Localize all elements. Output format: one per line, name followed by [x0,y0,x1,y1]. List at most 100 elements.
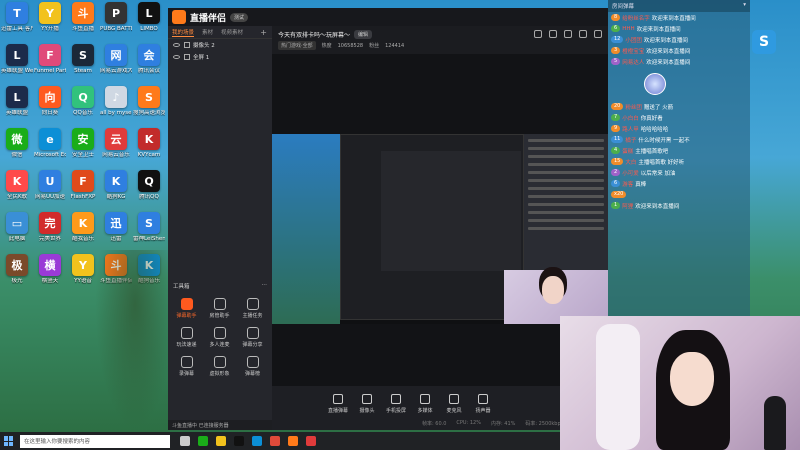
desktop-icon[interactable]: 极极光 [1,254,33,285]
more-icon[interactable]: ⋯ [262,282,268,290]
control-button[interactable]: 麦克风 [444,394,464,414]
desktop-icon[interactable]: 云网易云音乐 [100,128,132,159]
settings-icon[interactable] [549,30,557,38]
chat-username[interactable]: 橙橙宝宝 [622,47,644,55]
chat-username[interactable]: 小可爱 [622,169,639,177]
desktop-icon[interactable]: 横横竖天 [34,254,66,285]
qq-icon[interactable] [234,436,244,446]
netease-icon[interactable] [306,436,316,446]
douyu-icon[interactable] [288,436,298,446]
tool-item[interactable]: 房管助手 [203,298,236,319]
edit-title-button[interactable]: 编辑 [354,30,373,39]
control-label: 麦克风 [446,408,462,414]
chevron-down-icon[interactable]: ▾ [743,2,746,10]
chat-username[interactable]: 蛋糕 [622,147,633,155]
desktop-icon[interactable]: F Funmel Party [34,44,66,75]
desktop-icon[interactable]: K 全民K歌 [1,170,33,201]
desktop-icon[interactable]: e Microsoft Edge [34,128,66,159]
left-panel: 我的场景 素材 视频素材 + 摄像头 2 全屏 1 工具箱 ⋯ 弹幕助手 房管助手… [168,26,272,430]
edge-icon[interactable] [252,436,262,446]
tool-item[interactable]: 弹幕分享 [236,327,269,348]
control-button[interactable]: 多媒体 [415,394,435,414]
tool-item[interactable]: 主播任务 [236,298,269,319]
chrome-icon[interactable] [270,436,280,446]
desktop-icon[interactable]: ♪ all by myself [100,86,132,117]
chat-username[interactable]: 粉丝团 [625,103,642,111]
tool-item[interactable]: 录弹幕 [170,356,203,377]
taskbar-search[interactable]: 在这里输入你要搜索的内容 [20,434,170,448]
desktop-icon[interactable]: F FlashFXP [67,170,99,201]
desktop-icon[interactable]: K 酷我音乐 [67,212,99,243]
tab-materials[interactable]: 素材 [202,28,213,36]
status-bar: 斗鱼直播中 已连接服务器 [168,420,272,430]
app-icon: 斗 [72,2,94,24]
chat-username[interactable]: 路人甲 [622,125,639,133]
control-button[interactable]: 手机投屏 [386,394,406,414]
desktop-icon[interactable]: 向向日葵 [34,86,66,117]
desktop-icon[interactable]: Q QQ音乐 [67,86,99,117]
chat-username[interactable]: 小白白 [622,114,639,122]
chat-username[interactable]: 网易达人 [622,58,644,66]
gift-icon[interactable] [564,30,572,38]
desktop-icon[interactable]: Y YY开播 [34,2,66,33]
desktop-icon[interactable]: K KVYcam [133,128,165,159]
tool-item[interactable]: 弹幕榜 [236,356,269,377]
record-icon[interactable] [534,30,542,38]
start-button[interactable] [4,436,14,446]
desktop-icon[interactable]: 迅迅雷 [100,212,132,243]
chat-username[interactable]: 游客 [622,180,633,188]
desktop-icon[interactable]: K 酷狗KG [100,170,132,201]
wechat-icon[interactable] [198,436,208,446]
folder-icon[interactable] [216,436,226,446]
chat-username[interactable]: 给粉丝名字 [622,14,650,22]
desktop-icon[interactable]: 网网易云游戏大师 [100,44,132,75]
eye-icon[interactable] [173,55,180,59]
gift-banner [608,67,750,101]
desktop-icon[interactable]: ▭ 此电脑 [1,212,33,243]
chat-text: 你真好看 [640,115,663,122]
desktop-icon[interactable]: 完完美世界 [34,212,66,243]
desktop-icon[interactable]: P PUBG BATTLEGR... [100,2,132,33]
chat-username[interactable]: HHH [622,26,634,32]
scene-item[interactable]: 摄像头 2 [168,39,272,51]
chat-text: 主播唱首歌吧 [635,148,669,155]
desktop-icon[interactable]: L 英雄联盟 [1,86,33,117]
app-icon: 迅 [105,212,127,234]
tool-item[interactable]: 多人连麦 [203,327,236,348]
eye-icon[interactable] [173,43,180,47]
desktop-icon[interactable]: 微微信 [1,128,33,159]
desktop-icon[interactable]: L 英雄联盟 WeGame版 [1,44,33,75]
desktop-icon[interactable]: 会腾讯会议 [133,44,165,75]
window-icon[interactable] [579,30,587,38]
tab-video-materials[interactable]: 视频素材 [221,28,243,36]
stream-preview[interactable] [272,54,608,386]
desktop-icon[interactable]: Q 腾讯QQ [133,170,165,201]
desktop-icon[interactable]: S 搜狗高速浏览器 [133,86,165,117]
share-icon[interactable] [594,30,602,38]
chat-username[interactable]: 大白 [625,158,636,166]
chat-message: 5 网易达人 欢迎来到本直播间 [608,56,750,67]
task-view-icon[interactable] [180,436,190,446]
desktop-icon[interactable]: T 迅雷工具·客户端 [1,2,33,33]
control-button[interactable]: 直播弹幕 [328,394,348,414]
scene-item[interactable]: 全屏 1 [168,51,272,63]
tool-item[interactable]: 玩法速递 [170,327,203,348]
chat-username[interactable]: 小团团 [625,36,642,44]
desktop-icon[interactable]: 斗斗鱼直播 [67,2,99,33]
chat-username[interactable]: 阿狸 [622,202,633,210]
chat-text: 欢迎来到本直播间 [651,15,696,22]
desktop-icon[interactable]: S 雷神LeiShen [133,212,165,243]
desktop-icon[interactable]: 安安全卫士 [67,128,99,159]
control-button[interactable]: 扬声器 [473,394,493,414]
tool-item[interactable]: 虚拟形象 [203,356,236,377]
chat-username[interactable]: 橘子 [625,136,636,144]
desktop-icon[interactable]: S Steam [67,44,99,75]
desktop-icon[interactable]: L LIMBO [133,2,165,33]
add-scene-button[interactable]: + [260,28,267,37]
desktop-icon[interactable]: U 网易UU加速 [34,170,66,201]
tool-item[interactable]: 弹幕助手 [170,298,203,319]
category-tag[interactable]: 热门游戏·全部 [278,41,316,50]
tab-scenes[interactable]: 我的场景 [172,28,195,37]
preview-desktop [272,134,340,324]
control-button[interactable]: 摄像头 [357,394,377,414]
